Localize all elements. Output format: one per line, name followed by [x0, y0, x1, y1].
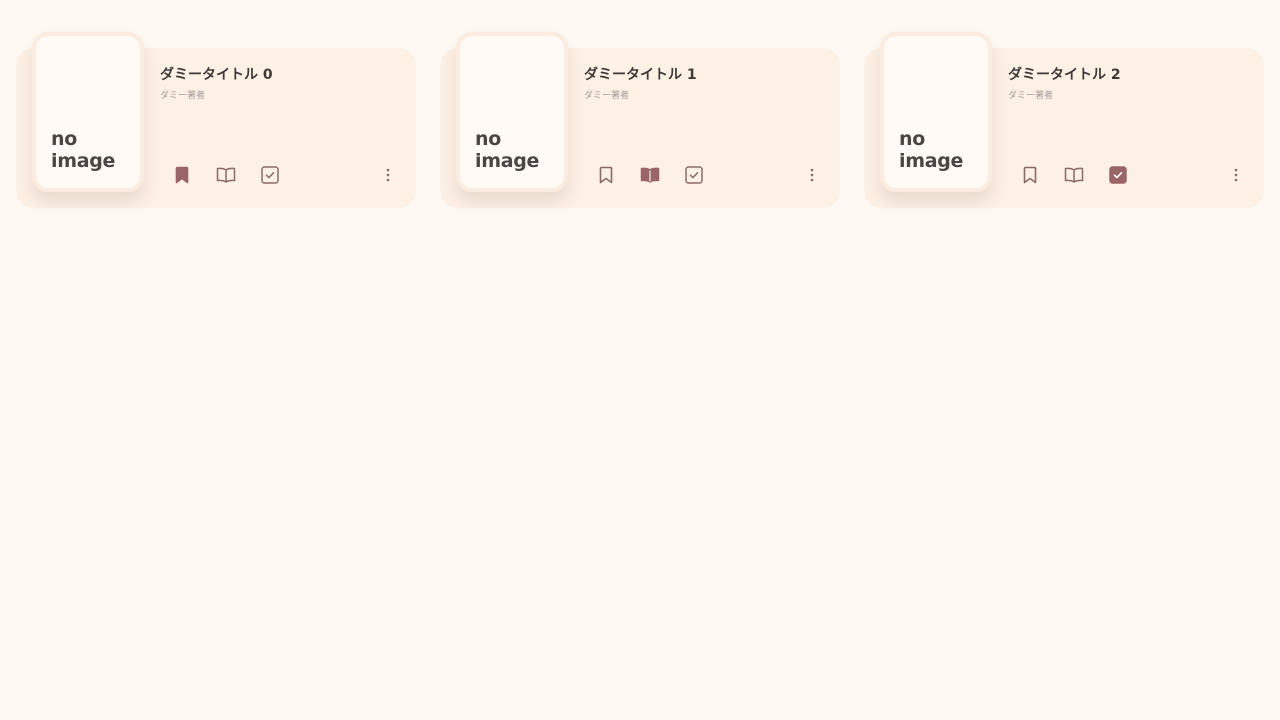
bookmark-icon — [1023, 166, 1037, 184]
more-vert-icon — [1234, 168, 1238, 182]
book-cover[interactable]: no image — [456, 32, 568, 192]
bookmark-icon — [175, 166, 189, 184]
more-options-button[interactable] — [376, 163, 400, 187]
more-vert-icon — [810, 168, 814, 182]
finished-button[interactable] — [682, 163, 706, 187]
book-card[interactable]: no image ダミータイトル 0 ダミー著者 — [16, 48, 416, 208]
open-book-icon — [640, 167, 660, 183]
checkbox-icon — [1109, 166, 1127, 184]
book-cover[interactable]: no image — [880, 32, 992, 192]
more-options-button[interactable] — [1224, 163, 1248, 187]
book-cover[interactable]: no image — [32, 32, 144, 192]
cover-placeholder-text: no image — [475, 128, 539, 172]
book-title: ダミータイトル 0 — [160, 64, 273, 84]
reading-button[interactable] — [638, 163, 662, 187]
more-vert-icon — [386, 168, 390, 182]
book-author: ダミー著者 — [160, 88, 205, 101]
book-card[interactable]: no image ダミータイトル 1 ダミー著者 — [440, 48, 840, 208]
reading-button[interactable] — [214, 163, 238, 187]
checkbox-icon — [261, 166, 279, 184]
book-title: ダミータイトル 2 — [1008, 64, 1121, 84]
checkbox-icon — [685, 166, 703, 184]
cover-placeholder-text: no image — [899, 128, 963, 172]
book-card[interactable]: no image ダミータイトル 2 ダミー著者 — [864, 48, 1264, 208]
book-grid: no image ダミータイトル 0 ダミー著者 — [0, 0, 1280, 720]
want-to-read-button[interactable] — [1018, 163, 1042, 187]
book-author: ダミー著者 — [1008, 88, 1053, 101]
book-title: ダミータイトル 1 — [584, 64, 697, 84]
cover-placeholder-text: no image — [51, 128, 115, 172]
reading-button[interactable] — [1062, 163, 1086, 187]
open-book-icon — [1064, 167, 1084, 183]
want-to-read-button[interactable] — [594, 163, 618, 187]
want-to-read-button[interactable] — [170, 163, 194, 187]
open-book-icon — [216, 167, 236, 183]
bookmark-icon — [599, 166, 613, 184]
book-author: ダミー著者 — [584, 88, 629, 101]
finished-button[interactable] — [258, 163, 282, 187]
finished-button[interactable] — [1106, 163, 1130, 187]
more-options-button[interactable] — [800, 163, 824, 187]
